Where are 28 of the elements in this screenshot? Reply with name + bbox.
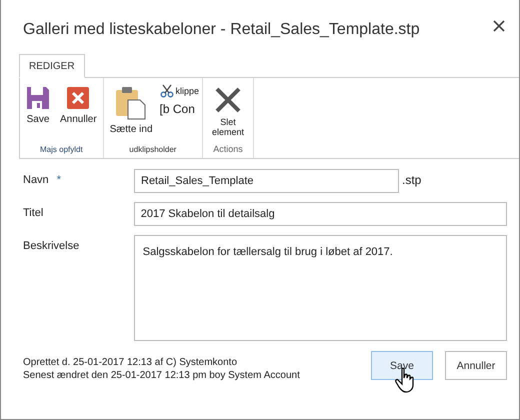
scissors-icon [160, 84, 174, 98]
file-extension: .stp [401, 172, 422, 187]
paste-command[interactable]: Sætte ind [106, 82, 156, 135]
dialog-title: Galleri med listeskabeloner - Retail_Sales_Template.stp [23, 20, 420, 39]
field-label: Beskrivelse [23, 240, 80, 252]
copy-command[interactable]: [b Con [160, 102, 200, 116]
group-label: Actions [213, 144, 243, 154]
input-field[interactable]: Retail_Sales_Template [134, 169, 399, 193]
field-label: Navn [23, 174, 49, 186]
save-command[interactable]: Save [23, 82, 53, 125]
field-label: Titel [23, 207, 44, 219]
close-icon[interactable] [493, 20, 505, 32]
cancel-icon [66, 86, 90, 110]
delete-command[interactable]: Slet element [206, 82, 250, 138]
group-label: udklipsholder [129, 145, 176, 154]
cut-command[interactable]: klippe [160, 84, 200, 98]
dialog-button[interactable]: Save [371, 351, 433, 380]
metadata-text: Senest ændret den 25-01-2017 12:13 pm boy System Account [23, 370, 300, 381]
description-field[interactable]: Salgsskabelon for tællersalg til brug i løbet af 2017. [134, 235, 507, 341]
cancel-command[interactable]: Annuller [57, 82, 100, 125]
clipboard-icon [115, 86, 148, 120]
input-field[interactable]: 2017 Skabelon til detailsalg [134, 202, 507, 226]
metadata-text: Oprettet d. 25-01-2017 12:13 af C) Systemkonto [23, 357, 238, 368]
group-label: Majs opfyldt [40, 145, 83, 154]
required-mark: * [56, 174, 61, 186]
ribbon-tab[interactable]: REDIGER [19, 54, 85, 78]
dialog-button[interactable]: Annuller [445, 351, 507, 380]
delete-icon [214, 86, 242, 114]
